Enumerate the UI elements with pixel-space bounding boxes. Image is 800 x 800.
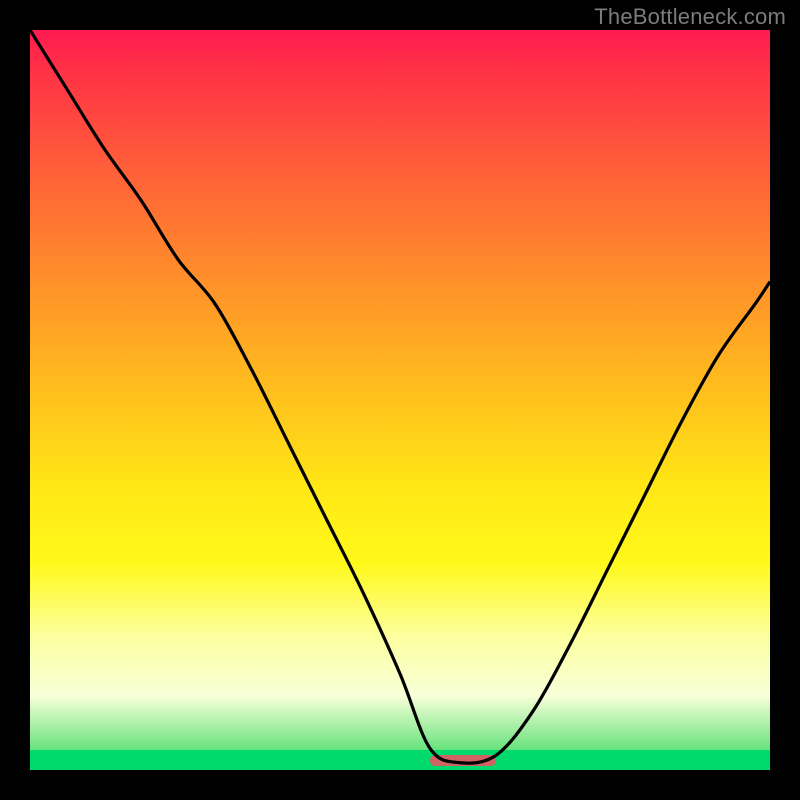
bottleneck-curve-path [30,30,770,763]
plot-area [30,30,770,770]
chart-root: { "watermark": "TheBottleneck.com", "plo… [0,0,800,800]
curve-svg [30,30,770,770]
watermark-text: TheBottleneck.com [594,4,786,30]
